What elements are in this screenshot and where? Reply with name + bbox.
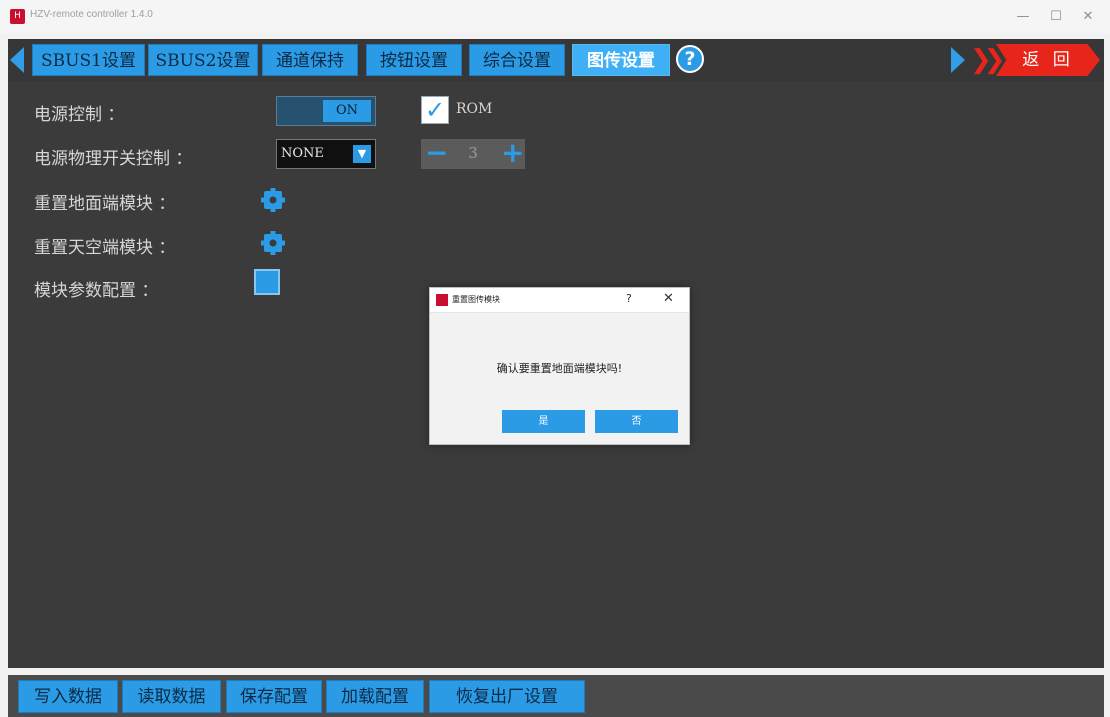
power-toggle[interactable]: ON [276,96,376,126]
power-switch-select-value: NONE [281,146,324,161]
nav-left-arrow-icon[interactable] [10,47,24,73]
power-switch-select[interactable]: NONE ▼ [276,139,376,169]
help-icon[interactable]: ? [676,45,704,73]
maximize-button[interactable]: ☐ [1046,7,1066,27]
save-config-button[interactable]: 保存配置 [226,680,322,713]
dialog-help-button[interactable]: ? [626,292,632,305]
dialog-close-button[interactable]: ✕ [663,291,674,306]
rom-checkbox[interactable]: ✓ [421,96,449,124]
tab-channel-hold[interactable]: 通道保持 [262,44,358,76]
reset-air-gear-icon[interactable] [258,228,288,258]
dialog-message: 确认要重置地面端模块吗! [496,362,623,375]
window-titlebar: H HZV-remote controller 1.4.0 — ☐ ✕ [0,0,1110,34]
reset-air-label: 重置天空端模块 ： [34,238,176,258]
nav-right-arrow-icon[interactable] [951,47,965,73]
dialog-title: 重置图传模块 [452,295,500,304]
plus-icon[interactable]: + [501,139,524,167]
tab-general-settings[interactable]: 综合设置 [469,44,565,76]
back-button[interactable]: 返 回 [996,44,1100,76]
stepper-value: 3 [468,144,478,162]
reset-ground-gear-icon[interactable] [258,185,288,215]
chevron-right-icon: ❯❯ [970,45,1006,75]
power-switch-stepper[interactable]: − 3 + [421,139,525,169]
tab-video-transmission-settings[interactable]: 图传设置 [572,44,670,76]
tab-sbus2-settings[interactable]: SBUS2设置 [148,44,258,76]
close-button[interactable]: ✕ [1078,7,1098,27]
power-control-label: 电源控制 ： [34,105,125,125]
load-config-button[interactable]: 加载配置 [326,680,424,713]
tab-button-settings[interactable]: 按钮设置 [366,44,462,76]
minus-icon[interactable]: − [425,139,448,167]
bottom-action-bar: 写入数据 读取数据 保存配置 加载配置 恢复出厂设置 [8,675,1104,717]
app-logo-icon: H [10,9,25,24]
tab-sbus1-settings[interactable]: SBUS1设置 [32,44,145,76]
dialog-titlebar: 重置图传模块 ? ✕ [430,288,689,313]
module-config-icon[interactable] [254,269,280,295]
reset-ground-label: 重置地面端模块 ： [34,194,176,214]
dialog-logo-icon [436,294,448,306]
rom-checkbox-label: ROM [456,101,493,117]
chevron-down-icon[interactable]: ▼ [353,145,371,163]
minimize-button[interactable]: — [1013,7,1033,27]
factory-reset-button[interactable]: 恢复出厂设置 [429,680,585,713]
power-switch-label: 电源物理开关控制 ： [34,149,193,169]
module-config-label: 模块参数配置 ： [34,281,159,301]
read-data-button[interactable]: 读取数据 [122,680,221,713]
dialog-no-button[interactable]: 否 [595,410,678,433]
write-data-button[interactable]: 写入数据 [18,680,118,713]
window-title: HZV-remote controller 1.4.0 [30,9,153,20]
dialog-yes-button[interactable]: 是 [502,410,585,433]
confirm-dialog: 重置图传模块 ? ✕ 确认要重置地面端模块吗! 是 否 [429,287,690,445]
top-nav-bar: SBUS1设置 SBUS2设置 通道保持 按钮设置 综合设置 图传设置 ? ❯❯… [8,39,1104,81]
power-toggle-value: ON [323,100,371,122]
